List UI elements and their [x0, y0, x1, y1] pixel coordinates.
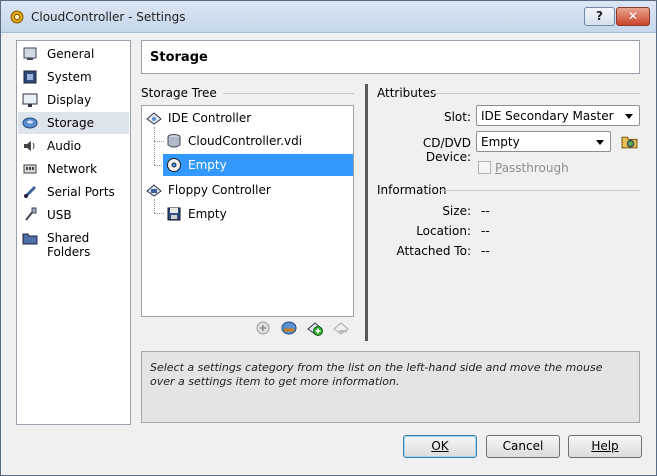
chevron-down-icon: [596, 140, 604, 145]
page-header: Storage: [141, 40, 640, 74]
location-label: Location:: [416, 224, 471, 238]
chevron-down-icon: [625, 114, 633, 119]
gear-icon: [10, 10, 24, 24]
sidebar-item-label: Storage: [47, 116, 94, 130]
passthrough-label-rest: assthrough: [501, 161, 569, 175]
serial-ports-icon: [23, 185, 37, 199]
title-close-button[interactable]: ✕: [616, 7, 650, 26]
vertical-separator: [365, 84, 368, 341]
slot-label: Slot:: [443, 110, 471, 124]
sidebar-item-storage[interactable]: Storage: [18, 112, 129, 134]
cd-dvd-icon: [167, 158, 181, 172]
sidebar-item-audio[interactable]: Audio: [18, 135, 129, 157]
sidebar-item-label: Network: [47, 162, 98, 176]
slot-value: IDE Secondary Master: [481, 109, 614, 123]
display-icon: [22, 93, 38, 107]
sidebar-item-label: Serial Ports: [47, 185, 115, 199]
sidebar-item-general[interactable]: General: [18, 43, 129, 65]
sidebar-item-label: USB: [47, 208, 72, 222]
sidebar-item-usb[interactable]: USB: [18, 204, 129, 226]
location-value: --: [481, 224, 490, 238]
tree-item-hard-disk[interactable]: CloudController.vdi: [166, 130, 352, 152]
client-area: General System Display Storage Audio Net…: [1, 34, 656, 475]
sidebar-item-label: Audio: [47, 139, 82, 153]
sidebar-item-label: System: [47, 70, 92, 84]
sidebar-item-display[interactable]: Display: [18, 89, 129, 111]
storage-tree[interactable]: IDE Controller CloudController.vdi Empty…: [141, 105, 354, 317]
system-icon: [23, 70, 37, 84]
floppy-controller-icon: [146, 184, 162, 197]
ok-button[interactable]: OK: [403, 435, 477, 458]
passthrough-label: Passthrough: [495, 161, 569, 175]
description-panel: Select a settings category from the list…: [141, 351, 640, 423]
tree-connector: [154, 141, 164, 142]
size-value: --: [481, 204, 490, 218]
slot-select[interactable]: IDE Secondary Master: [476, 105, 640, 126]
sidebar-item-label: General: [47, 47, 95, 61]
audio-icon: [24, 141, 35, 151]
cd-dvd-device-label: CD/DVD Device:: [422, 136, 471, 164]
choose-image-folder-icon[interactable]: [621, 133, 638, 150]
description-text: Select a settings category from the list…: [150, 361, 603, 388]
add-plus-icon[interactable]: [307, 320, 323, 336]
add-controller-icon[interactable]: [281, 320, 297, 336]
attached-to-label: Attached To:: [396, 244, 471, 258]
tree-item-floppy-controller[interactable]: Floppy Controller: [146, 179, 346, 201]
cancel-button[interactable]: Cancel: [486, 435, 560, 458]
sidebar-item-system[interactable]: System: [18, 66, 129, 88]
storage-icon: [22, 117, 38, 129]
tree-item-floppy-disk[interactable]: Empty: [166, 203, 352, 225]
tree-connector: [154, 199, 155, 213]
ok-button-label: OK: [431, 439, 449, 453]
tree-connector: [154, 127, 155, 165]
shared-folders-icon: [22, 233, 38, 245]
title-bar[interactable]: CloudController - Settings ? ✕: [1, 1, 656, 33]
sidebar-item-network[interactable]: Network: [18, 158, 129, 180]
cd-dvd-device-select[interactable]: Empty: [476, 131, 611, 152]
hard-disk-icon: [167, 134, 181, 148]
information-label: Information: [377, 183, 447, 197]
storage-tree-label: Storage Tree: [141, 86, 217, 100]
divider: [433, 93, 640, 94]
window-title: CloudController - Settings: [31, 10, 186, 24]
divider: [439, 190, 640, 191]
help-button[interactable]: Help: [568, 435, 642, 458]
add-attachment-icon[interactable]: [255, 320, 271, 336]
general-icon: [23, 47, 37, 60]
tree-connector: [154, 213, 164, 214]
sidebar-item-label: Display: [47, 93, 92, 107]
title-help-button[interactable]: ?: [584, 7, 615, 26]
passthrough-mnemonic: P: [495, 161, 502, 175]
passthrough-checkbox[interactable]: [478, 161, 491, 174]
floppy-disk-icon: [167, 207, 181, 221]
tree-item-label: Empty: [188, 207, 227, 221]
tree-item-ide-controller[interactable]: IDE Controller: [146, 107, 346, 129]
tree-item-label: IDE Controller: [168, 111, 252, 125]
attributes-label: Attributes: [377, 86, 437, 100]
cd-dvd-device-value: Empty: [481, 135, 520, 149]
sidebar-item-shared-folders[interactable]: Shared Folders: [18, 227, 129, 259]
usb-icon: [25, 207, 37, 221]
tree-item-label: Floppy Controller: [168, 183, 271, 197]
tree-item-label: Empty: [188, 158, 227, 172]
remove-icon[interactable]: [333, 320, 349, 336]
sidebar-item-serial-ports[interactable]: Serial Ports: [18, 181, 129, 203]
sidebar-item-label: Shared Folders: [47, 231, 91, 259]
attached-to-value: --: [481, 244, 490, 258]
page-title: Storage: [150, 50, 208, 65]
size-label: Size:: [442, 204, 471, 218]
network-icon: [23, 164, 37, 174]
tree-item-label: CloudController.vdi: [188, 134, 303, 148]
ide-controller-icon: [146, 112, 162, 125]
divider: [223, 93, 354, 94]
settings-window: CloudController - Settings ? ✕ General S…: [0, 0, 657, 476]
category-list: General System Display Storage Audio Net…: [16, 40, 131, 425]
help-button-label: Help: [591, 439, 619, 453]
tree-item-cd-dvd[interactable]: Empty: [163, 154, 353, 176]
